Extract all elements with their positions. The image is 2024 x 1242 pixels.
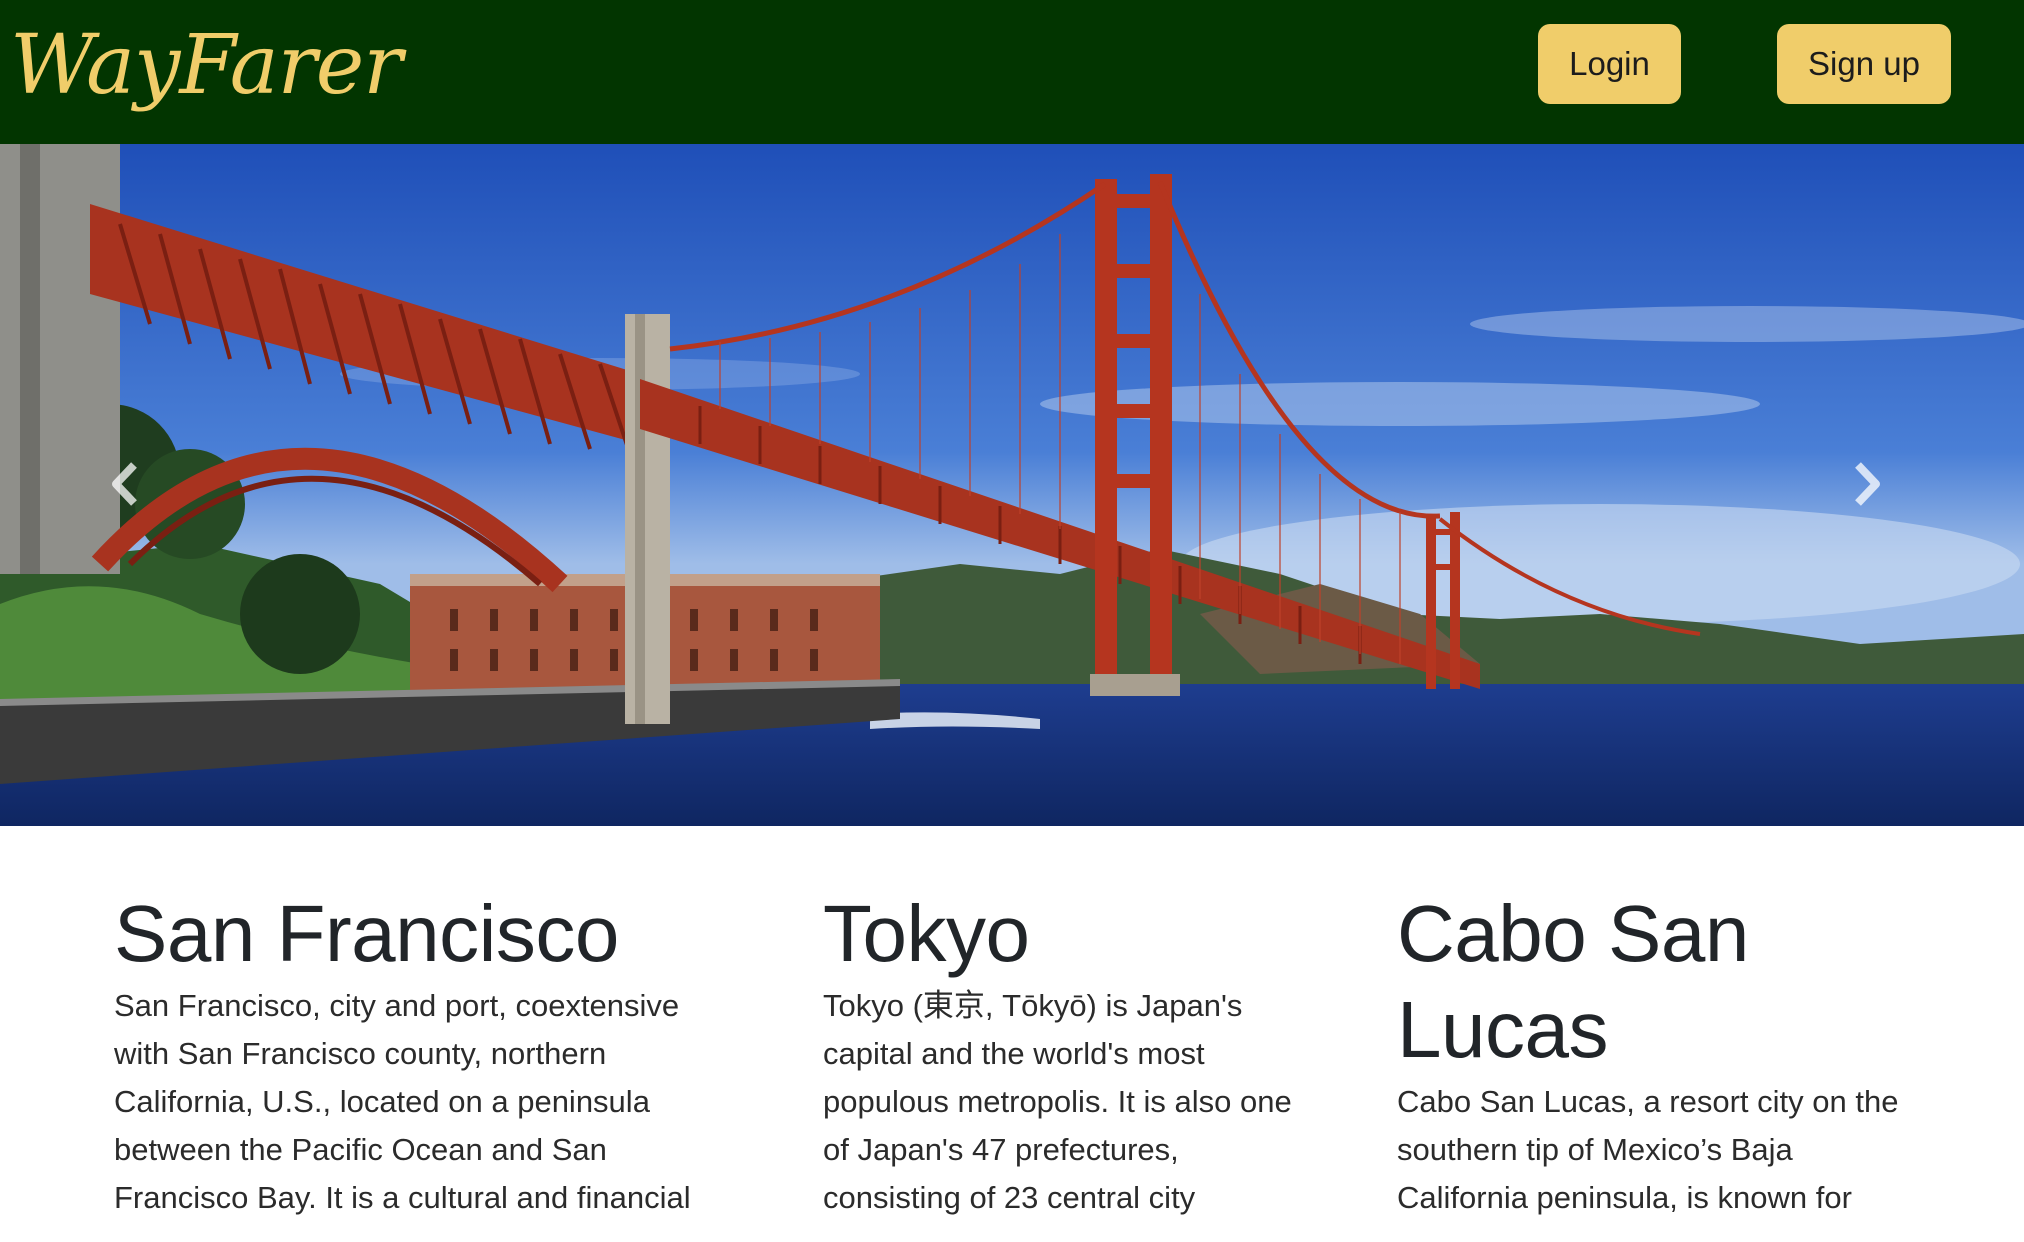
navbar: WayFarer Login Sign up xyxy=(0,0,2024,144)
chevron-left-icon xyxy=(112,462,137,506)
brand-logo[interactable]: WayFarer xyxy=(10,6,403,126)
city-title: Cabo San Lucas xyxy=(1397,889,1749,1074)
city-card-san-francisco[interactable]: San Francisco San Francisco, city and po… xyxy=(114,826,734,1222)
signup-button[interactable]: Sign up xyxy=(1777,24,1951,104)
carousel-next-button[interactable] xyxy=(1828,444,1908,524)
hero-carousel xyxy=(0,144,2024,826)
city-card-tokyo[interactable]: Tokyo Tokyo (東京, Tōkyō) is Japan's capit… xyxy=(823,826,1303,1222)
login-button[interactable]: Login xyxy=(1538,24,1681,104)
city-description: Cabo San Lucas, a resort city on the sou… xyxy=(1397,1084,1899,1215)
city-description: San Francisco, city and port, coextensiv… xyxy=(114,988,691,1215)
city-card-cabo-san-lucas[interactable]: Cabo San Lucas Cabo San Lucas, a resort … xyxy=(1397,826,1917,1222)
city-title: San Francisco xyxy=(114,889,619,978)
city-cards: San Francisco San Francisco, city and po… xyxy=(0,826,2024,1242)
city-title: Tokyo xyxy=(823,889,1030,978)
carousel-slide-image xyxy=(0,144,2024,826)
city-description: Tokyo (東京, Tōkyō) is Japan's capital and… xyxy=(823,988,1292,1215)
carousel-prev-button[interactable] xyxy=(84,444,164,524)
chevron-right-icon xyxy=(1855,462,1880,506)
